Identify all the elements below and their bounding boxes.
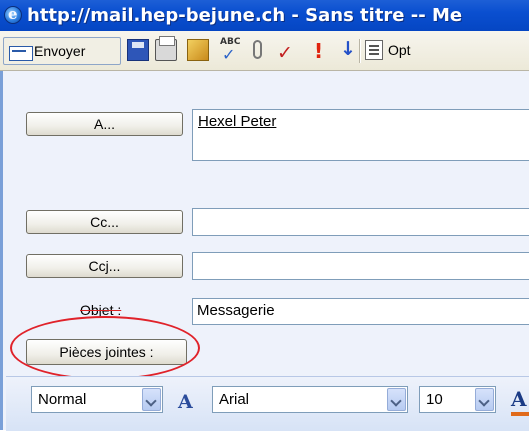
font-color-icon[interactable]: A bbox=[511, 387, 529, 416]
attach-icon[interactable] bbox=[248, 39, 270, 61]
send-button-label: Envoyer bbox=[34, 43, 86, 59]
options-icon[interactable] bbox=[365, 40, 383, 60]
toolbar-separator bbox=[359, 39, 361, 63]
to-recipient[interactable]: Hexel Peter bbox=[198, 113, 276, 130]
subject-value: Messagerie bbox=[197, 302, 275, 319]
envelope-icon bbox=[9, 46, 33, 61]
bcc-field[interactable] bbox=[192, 252, 529, 280]
window-title: http://mail.hep-bejune.ch - Sans titre -… bbox=[27, 5, 463, 26]
send-button[interactable]: Envoyer bbox=[3, 37, 121, 65]
style-select-value: Normal bbox=[38, 391, 87, 408]
bcc-button[interactable]: Ccj... bbox=[26, 254, 183, 278]
format-toolbar: Normal A Arial 10 A bbox=[6, 376, 529, 431]
compose-toolbar: Envoyer ABC ✓ ✓ ! ↓ Opt bbox=[0, 31, 529, 71]
options-button-label[interactable]: Opt bbox=[388, 42, 411, 58]
chevron-down-icon[interactable] bbox=[142, 388, 161, 411]
importance-low-icon[interactable]: ↓ bbox=[336, 38, 358, 61]
compose-form: A... Hexel Peter Cc... Ccj... Objet : Me… bbox=[0, 71, 529, 431]
window-titlebar: http://mail.hep-bejune.ch - Sans titre -… bbox=[0, 0, 529, 31]
size-select[interactable]: 10 bbox=[419, 386, 496, 413]
attachments-button[interactable]: Pièces jointes : bbox=[26, 339, 187, 365]
subject-label: Objet : bbox=[80, 302, 122, 318]
print-icon[interactable] bbox=[155, 36, 177, 61]
size-select-value: 10 bbox=[426, 391, 443, 408]
chevron-down-icon[interactable] bbox=[387, 388, 406, 411]
chevron-down-icon[interactable] bbox=[475, 388, 494, 411]
cc-field[interactable] bbox=[192, 208, 529, 236]
save-icon[interactable] bbox=[127, 39, 149, 61]
style-select[interactable]: Normal bbox=[31, 386, 163, 413]
edit-icon[interactable] bbox=[187, 39, 209, 61]
check-names-icon[interactable]: ✓ bbox=[275, 39, 297, 64]
to-button[interactable]: A... bbox=[26, 112, 183, 136]
to-field[interactable]: Hexel Peter bbox=[192, 109, 529, 161]
font-icon: A bbox=[178, 391, 193, 413]
ie-icon bbox=[4, 5, 22, 24]
importance-high-icon[interactable]: ! bbox=[308, 39, 330, 63]
cc-button[interactable]: Cc... bbox=[26, 210, 183, 234]
font-select[interactable]: Arial bbox=[212, 386, 408, 413]
subject-field[interactable]: Messagerie bbox=[192, 298, 529, 325]
spellcheck-icon[interactable]: ABC ✓ bbox=[218, 37, 240, 64]
font-select-value: Arial bbox=[219, 391, 250, 408]
